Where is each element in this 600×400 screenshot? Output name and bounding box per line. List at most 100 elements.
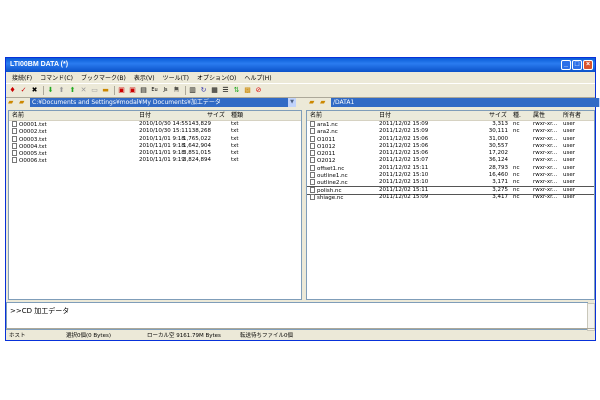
menu-item-2[interactable]: ブックマーク(B) xyxy=(77,73,130,82)
list-view-icon[interactable]: ▥ xyxy=(188,86,197,95)
local-file-list[interactable]: 名前 日付 サイズ 種類 O0001.txt 2010/10/30 14:55 14… xyxy=(8,110,302,300)
connect-icon[interactable]: ♦ xyxy=(8,86,17,95)
table-row[interactable]: O1011 2011/12/02 15:06 31,000 rwxr-xr... use… xyxy=(307,135,594,143)
table-row[interactable]: O0003.txt 2010/11/01 9:18 1,765,022 txt xyxy=(9,135,301,143)
file-attr: rwxr-xr... xyxy=(533,164,558,171)
table-row[interactable]: ara2.nc 2011/12/02 15:09 30,111 nc rwxr-xr..… xyxy=(307,128,594,135)
table-row[interactable]: O2012 2011/12/02 15:07 36,124 rwxr-xr... use… xyxy=(307,157,594,164)
file-size: 3,824,894 xyxy=(183,157,211,164)
menu-bar: 接続(F) コマンド(C) ブックマーク(B) 表示(V) ツール(T) オプション(O)… xyxy=(6,72,595,83)
file-name: shiage.nc xyxy=(310,193,343,202)
delete-icon[interactable]: ✕ xyxy=(79,86,88,95)
toolbar: ♦ ✓ ✖ ⬇ ⬆ ⬆ ✕ ▭ ▬ ▣ ▣ ▤ Eu Js 無 ▥ ↻ ▦ ☰ … xyxy=(6,83,595,98)
table-row[interactable]: O1012 2011/12/02 15:06 30,557 rwxr-xr... use… xyxy=(307,142,594,150)
upload-green-icon[interactable]: ⬆ xyxy=(68,86,77,95)
menu-item-1[interactable]: コマンド(C) xyxy=(36,73,77,82)
file-type: txt xyxy=(231,150,239,157)
table-row[interactable]: O0005.txt 2010/11/01 9:18 3,851,015 txt xyxy=(9,150,301,157)
file-type: nc xyxy=(513,179,520,186)
command-log[interactable]: >>CD 加工データ xyxy=(6,302,595,331)
file-icon xyxy=(310,193,315,200)
remote-up-folder-icon[interactable]: ▰ xyxy=(309,98,318,106)
close-button[interactable]: × xyxy=(583,60,593,70)
local-path-input[interactable]: C:¥Documents and Settings¥modal¥My Docum… xyxy=(30,97,288,107)
table-row[interactable]: O0004.txt 2010/11/01 9:18 1,642,904 txt xyxy=(9,142,301,150)
file-size: 1,765,022 xyxy=(183,135,211,142)
refresh-icon[interactable]: ↻ xyxy=(199,86,208,95)
remote-open-folder-icon[interactable]: ▰ xyxy=(320,98,329,106)
encoding-jis-icon[interactable]: Js xyxy=(161,86,170,95)
col-date[interactable]: 日付 xyxy=(139,111,151,120)
file-date: 2011/12/02 15:10 xyxy=(379,172,429,179)
table-row[interactable]: O2011 2011/12/02 15:06 17,202 rwxr-xr... use… xyxy=(307,150,594,157)
chevron-down-icon[interactable]: ▼ xyxy=(288,97,296,107)
stop-icon[interactable]: ⊘ xyxy=(254,86,263,95)
upload-icon[interactable]: ⬆ xyxy=(57,86,66,95)
command-log-scrollbar[interactable] xyxy=(587,303,595,331)
remote-path-input[interactable]: /DATA1 xyxy=(331,97,599,107)
file-icon xyxy=(310,186,315,193)
table-row[interactable]: outline2.nc 2011/12/02 15:10 3,171 nc rwxr-x… xyxy=(307,179,594,186)
quick-connect-icon[interactable]: ✓ xyxy=(19,86,28,95)
file-date: 2010/10/30 15:11 xyxy=(139,128,189,135)
encoding-euc-icon[interactable]: Eu xyxy=(150,86,159,95)
encoding-none-icon[interactable]: 無 xyxy=(172,86,181,95)
sync-icon[interactable]: ⇅ xyxy=(232,86,241,95)
menu-item-5[interactable]: オプション(O) xyxy=(193,73,240,82)
download-icon[interactable]: ⬇ xyxy=(46,86,55,95)
file-owner: user xyxy=(563,172,575,179)
remote-file-list[interactable]: 名前 日付 サイズ 種. 属性 所有者 ara1.nc 2011/12/02 15… xyxy=(306,110,595,300)
menu-item-4[interactable]: ツール(T) xyxy=(159,73,193,82)
maximize-button[interactable]: □ xyxy=(572,60,582,70)
table-row[interactable]: O0002.txt 2010/10/30 15:11 138,268 txt xyxy=(9,128,301,135)
table-row[interactable]: polish.nc 2011/12/02 15:11 3,275 nc rwxr-xr.… xyxy=(307,185,594,196)
minimize-button[interactable]: _ xyxy=(561,60,571,70)
file-size: 1,642,904 xyxy=(183,142,211,149)
table-row[interactable]: offset1.nc 2011/12/02 15:11 28,793 nc rwxr-x… xyxy=(307,164,594,172)
table-row[interactable]: ara1.nc 2011/12/02 15:09 3,313 nc rwxr-xr...… xyxy=(307,121,594,128)
status-host: ホスト xyxy=(9,332,26,339)
file-date: 2011/12/02 15:09 xyxy=(379,121,429,127)
bookmark2-icon[interactable]: ▣ xyxy=(128,86,137,95)
table-row[interactable]: O0006.txt 2010/11/01 9:19 3,824,894 txt xyxy=(9,157,301,164)
mode-icon[interactable]: ▤ xyxy=(139,86,148,95)
bookmark-icon[interactable]: ▣ xyxy=(117,86,126,95)
file-icon xyxy=(310,142,315,149)
rename-icon[interactable]: ▭ xyxy=(90,86,99,95)
file-icon xyxy=(310,121,315,127)
file-icon xyxy=(12,157,17,164)
file-attr: rwxr-xr... xyxy=(533,172,558,179)
up-folder-icon[interactable]: ▰ xyxy=(8,98,17,106)
remote-list-header: 名前 日付 サイズ 種. 属性 所有者 xyxy=(307,111,594,121)
col-size[interactable]: サイズ xyxy=(489,111,507,120)
file-date: 2011/12/02 15:07 xyxy=(379,157,429,164)
col-type[interactable]: 種. xyxy=(513,111,521,120)
col-type[interactable]: 種類 xyxy=(231,111,243,120)
table-row[interactable]: O0001.txt 2010/10/30 14:55 143,829 txt xyxy=(9,121,301,128)
list-icon[interactable]: ☰ xyxy=(221,86,230,95)
detail-view-icon[interactable]: ▦ xyxy=(210,86,219,95)
file-owner: user xyxy=(563,186,575,193)
menu-item-6[interactable]: ヘルプ(H) xyxy=(240,73,275,82)
file-size: 138,268 xyxy=(188,128,211,135)
open-folder-icon[interactable]: ▰ xyxy=(19,98,28,106)
menu-item-3[interactable]: 表示(V) xyxy=(130,73,159,82)
filter-icon[interactable]: ▩ xyxy=(243,86,252,95)
col-name[interactable]: 名前 xyxy=(310,111,322,120)
file-size: 3,851,015 xyxy=(183,150,211,157)
col-date[interactable]: 日付 xyxy=(379,111,391,120)
new-folder-icon[interactable]: ▬ xyxy=(101,86,110,95)
local-path-row: ▰ ▰ C:¥Documents and Settings¥modal¥My D… xyxy=(8,97,296,107)
table-row[interactable]: outline1.nc 2011/12/02 15:10 16,460 nc rwxr-… xyxy=(307,172,594,179)
col-attr[interactable]: 属性 xyxy=(533,111,545,120)
col-owner[interactable]: 所有者 xyxy=(563,111,581,120)
col-name[interactable]: 名前 xyxy=(12,111,24,120)
col-size[interactable]: サイズ xyxy=(207,111,225,120)
disconnect-icon[interactable]: ✖ xyxy=(30,86,39,95)
menu-item-0[interactable]: 接続(F) xyxy=(8,73,36,82)
file-date: 2011/12/02 15:06 xyxy=(379,135,429,142)
file-icon xyxy=(310,179,315,186)
table-row[interactable]: shiage.nc 2011/12/02 15:09 3,417 nc rwxr-xr.… xyxy=(307,193,594,202)
file-attr: rwxr-xr... xyxy=(533,135,558,142)
file-type: txt xyxy=(231,135,239,142)
